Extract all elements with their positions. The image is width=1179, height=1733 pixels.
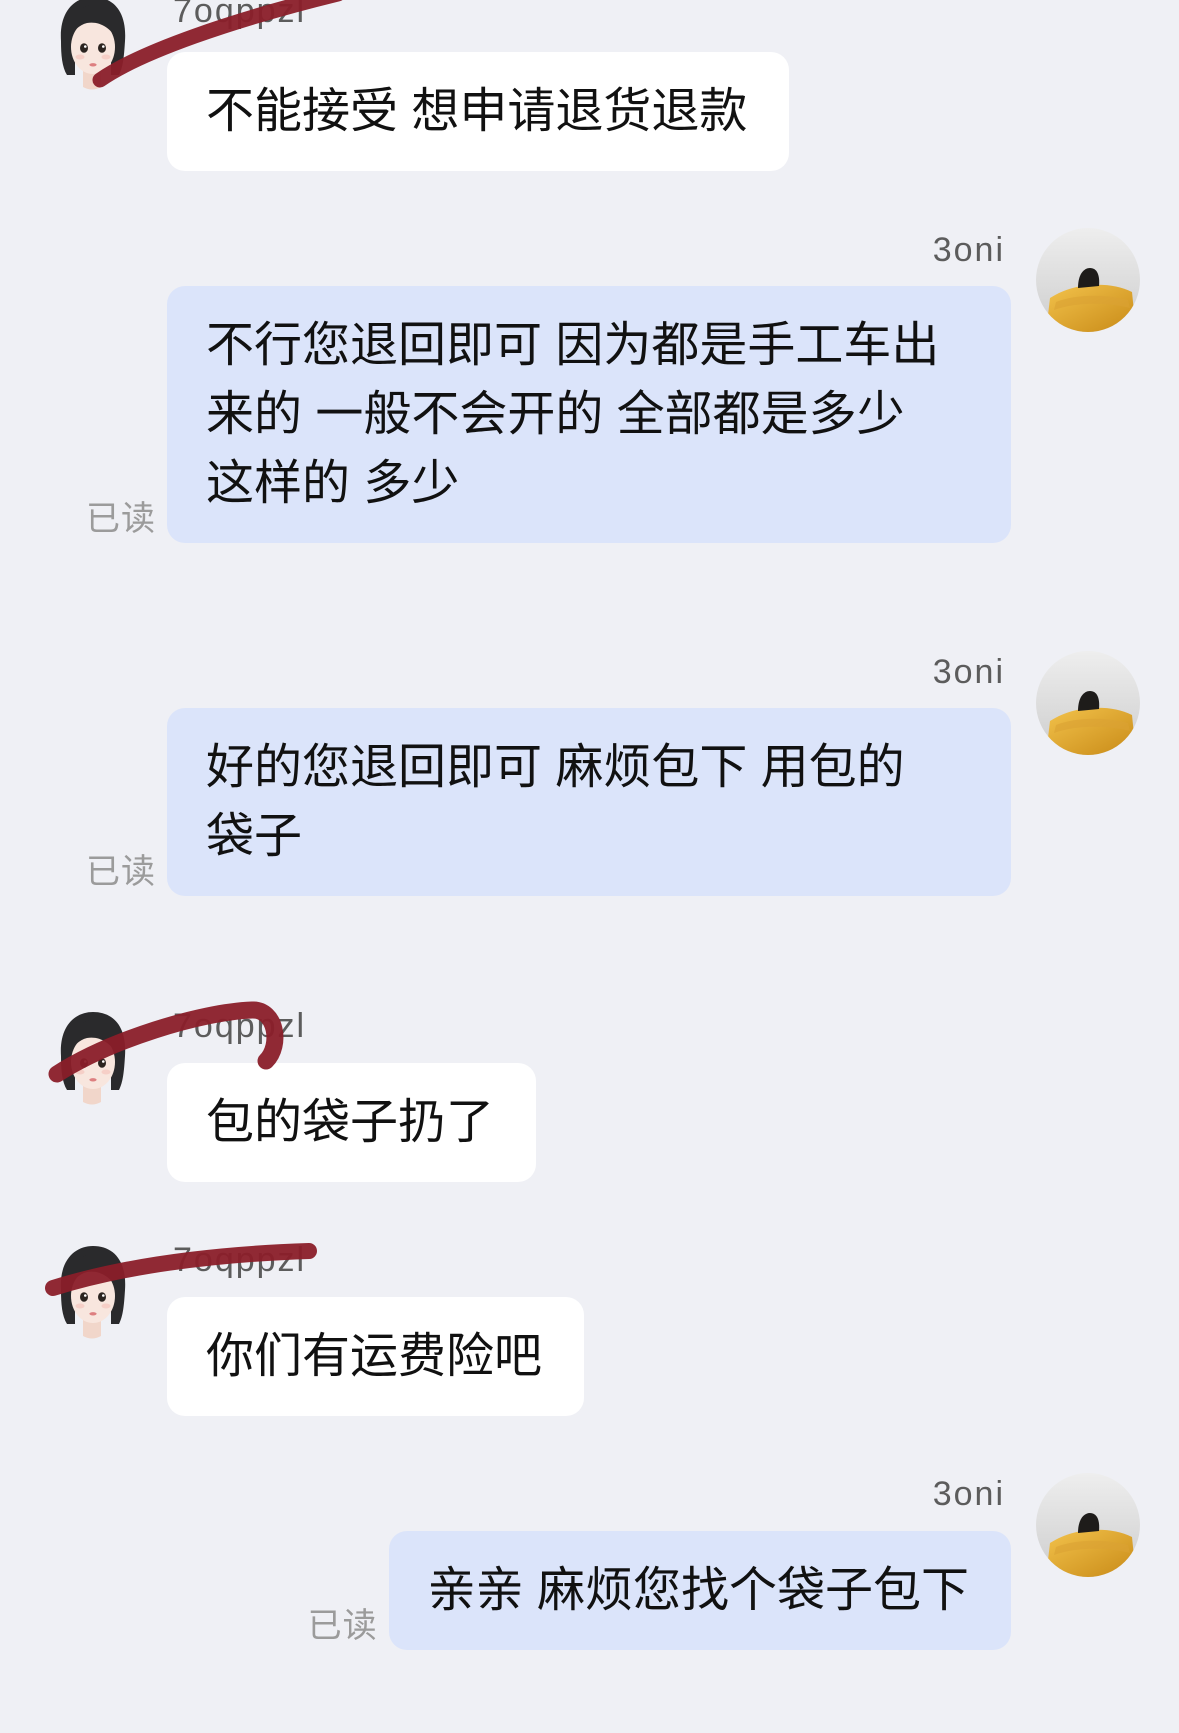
sender-name: 3oni xyxy=(932,1475,1005,1513)
message-row: 已读 不行您退回即可 因为都是手工车出 来的 一般不会开的 全部都是多少 这样的… xyxy=(86,286,1011,543)
message-text: 包的袋子扔了 xyxy=(206,1096,495,1149)
sender-name: 7oqppzl xyxy=(173,0,307,30)
sender-name: 7oqppzl xyxy=(173,1241,307,1279)
photo-avatar-icon xyxy=(1036,651,1140,755)
photo-avatar-icon xyxy=(1036,1473,1140,1577)
message-bubble[interactable]: 不行您退回即可 因为都是手工车出 来的 一般不会开的 全部都是多少 这样的 多少 xyxy=(167,286,1011,543)
message-text: 你们有运费险吧 xyxy=(206,1330,543,1383)
message-bubble[interactable]: 亲亲 麻烦您找个袋子包下 xyxy=(388,1531,1011,1650)
message-text: 不行您退回即可 因为都是手工车出 xyxy=(206,319,940,372)
sender-name: 3oni xyxy=(932,653,1005,691)
customer-avatar[interactable] xyxy=(53,1008,131,1108)
cartoon-girl-avatar-icon xyxy=(53,1008,131,1108)
sender-name: 3oni xyxy=(932,231,1005,269)
read-status: 已读 xyxy=(86,853,156,891)
message-row: 不能接受 想申请退货退款 xyxy=(167,52,790,171)
read-status: 已读 xyxy=(307,1607,378,1645)
seller-avatar[interactable] xyxy=(1036,228,1140,332)
customer-avatar[interactable] xyxy=(53,0,131,93)
message-bubble[interactable]: 你们有运费险吧 xyxy=(167,1297,585,1416)
read-status: 已读 xyxy=(86,500,156,538)
message-text: 好的您退回即可 麻烦包下 用包的 xyxy=(206,741,905,794)
message-text: 亲亲 麻烦您找个袋子包下 xyxy=(427,1564,969,1617)
message-text: 来的 一般不会开的 全部都是多少 xyxy=(206,388,905,441)
photo-avatar-icon xyxy=(1036,228,1140,332)
chat-thread[interactable]: 7oqppzl 不能接受 想申请退货退款 3oni 已读 不行您退回即可 因为都… xyxy=(0,0,1179,1733)
message-text: 这样的 多少 xyxy=(206,457,460,510)
seller-avatar[interactable] xyxy=(1036,651,1140,755)
seller-avatar[interactable] xyxy=(1036,1473,1140,1577)
message-row: 已读 好的您退回即可 麻烦包下 用包的 袋子 xyxy=(86,708,1011,896)
message-text: 不能接受 想申请退货退款 xyxy=(206,85,748,138)
message-row: 你们有运费险吧 xyxy=(167,1297,585,1416)
message-text: 袋子 xyxy=(206,810,303,863)
message-row: 包的袋子扔了 xyxy=(167,1063,537,1182)
sender-name: 7oqppzl xyxy=(173,1007,307,1045)
message-bubble[interactable]: 包的袋子扔了 xyxy=(167,1063,537,1182)
message-row: 已读 亲亲 麻烦您找个袋子包下 xyxy=(308,1531,1011,1650)
message-bubble[interactable]: 好的您退回即可 麻烦包下 用包的 袋子 xyxy=(167,708,1011,896)
message-bubble[interactable]: 不能接受 想申请退货退款 xyxy=(167,52,790,171)
customer-avatar[interactable] xyxy=(53,1242,131,1342)
cartoon-girl-avatar-icon xyxy=(53,0,131,93)
cartoon-girl-avatar-icon xyxy=(53,1242,131,1342)
